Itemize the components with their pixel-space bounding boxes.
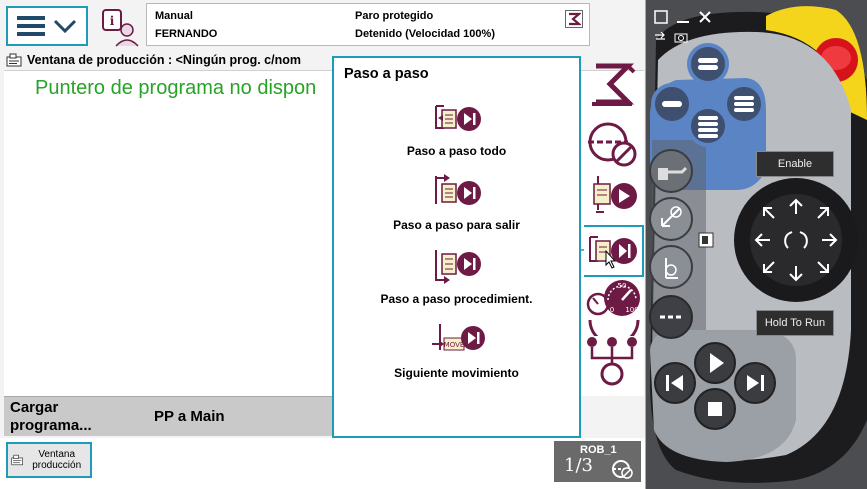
window-title-text: Ventana de producción : <Ningún prog. c/… — [27, 53, 301, 67]
run-program-icon[interactable] — [584, 170, 644, 230]
production-app: i Manual FERNANDO Paro protegido Detenid… — [0, 0, 645, 489]
svg-text:MOVE: MOVE — [444, 341, 465, 349]
task-tree-icon[interactable] — [584, 330, 644, 390]
programmable-key-4[interactable] — [686, 104, 730, 148]
speed-mid: 50 — [618, 282, 627, 290]
speed-gauge-icon[interactable]: 50 0 100 — [584, 276, 644, 336]
status-bar[interactable]: Manual FERNANDO Paro protegido Detenido … — [146, 3, 590, 46]
increment-fraction: 1/3 — [564, 455, 593, 476]
taskbar-production-label: Ventana producción — [32, 449, 82, 471]
production-window-icon — [11, 454, 24, 466]
window-title: Ventana de producción : <Ningún prog. c/… — [6, 50, 346, 70]
robot-status-icon — [569, 12, 581, 26]
robot-state: Detenido (Velocidad 100%) — [355, 28, 495, 40]
status-close-button[interactable] — [565, 10, 583, 28]
chevron-down-icon — [53, 19, 77, 33]
toggle-increment-key[interactable] — [648, 294, 694, 340]
taskbar: Ventana producción ROB_1 1/3 — [0, 438, 645, 489]
stop-speed-icon[interactable] — [584, 116, 644, 176]
hold-to-run-button[interactable]: Hold To Run — [756, 310, 834, 336]
popup-title: Paso a paso — [344, 66, 429, 82]
programmable-key-1[interactable] — [686, 42, 730, 86]
toggle-motion-mode-key[interactable] — [648, 196, 694, 242]
step-into-icon — [589, 236, 637, 269]
safety-state: Paro protegido — [355, 10, 434, 22]
minimize-window-icon[interactable] — [676, 10, 690, 24]
step-mode-popup: Paso a paso Paso a paso todo Paso a paso… — [332, 56, 581, 438]
step-tool-selected[interactable] — [584, 225, 644, 277]
restore-window-icon[interactable] — [654, 10, 668, 24]
step-over-label: Paso a paso procedimient. — [380, 292, 533, 306]
toggle-reorient-key[interactable] — [648, 244, 694, 290]
speed-max: 100 — [625, 306, 638, 314]
flexpendant-panel: Enable Hold To Run — [646, 0, 867, 489]
pp-to-main-button[interactable]: PP a Main — [154, 408, 225, 425]
swap-icon[interactable] — [654, 32, 666, 42]
step-into-icon — [435, 105, 481, 131]
robot-program-icon[interactable] — [584, 58, 644, 118]
speed-min: 0 — [610, 306, 614, 314]
taskbar-production-window[interactable]: Ventana producción — [6, 442, 92, 478]
step-over-icon — [435, 250, 481, 284]
step-out-icon — [435, 174, 481, 205]
main-menu-button[interactable] — [6, 6, 88, 46]
user-info-icon[interactable]: i — [100, 6, 142, 48]
step-into-label: Paso a paso todo — [406, 144, 507, 158]
next-move-icon: MOVE — [432, 324, 485, 351]
current-user: FERNANDO — [155, 28, 218, 40]
quickset-button[interactable]: ROB_1 1/3 — [554, 441, 641, 482]
stop-button[interactable] — [692, 386, 738, 432]
step-forward-button[interactable] — [732, 360, 778, 406]
next-move-option[interactable]: MOVE Siguiente movimiento — [334, 320, 579, 390]
speed-stop-icon — [612, 460, 633, 479]
hamburger-icon — [17, 16, 45, 36]
load-program-button[interactable]: Cargar programa... — [10, 399, 110, 435]
step-into-option[interactable]: Paso a paso todo — [334, 98, 579, 168]
next-move-label: Siguiente movimiento — [394, 366, 519, 380]
jog-marker-icon — [698, 232, 714, 248]
joystick[interactable] — [750, 194, 842, 286]
svg-text:i: i — [110, 14, 115, 28]
operating-mode: Manual — [155, 10, 193, 22]
program-pointer-message: Puntero de programa no dispon — [35, 77, 317, 99]
command-bar: Cargar programa... PP a Main — [4, 396, 334, 436]
step-over-option[interactable]: Paso a paso procedimient. — [334, 246, 579, 316]
close-window-icon[interactable] — [698, 10, 712, 24]
select-mechanical-unit-key[interactable] — [648, 148, 694, 194]
step-out-label: Paso a paso para salir — [393, 218, 520, 232]
enable-button[interactable]: Enable — [756, 151, 834, 177]
step-out-option[interactable]: Paso a paso para salir — [334, 172, 579, 242]
production-window-icon — [6, 53, 22, 67]
